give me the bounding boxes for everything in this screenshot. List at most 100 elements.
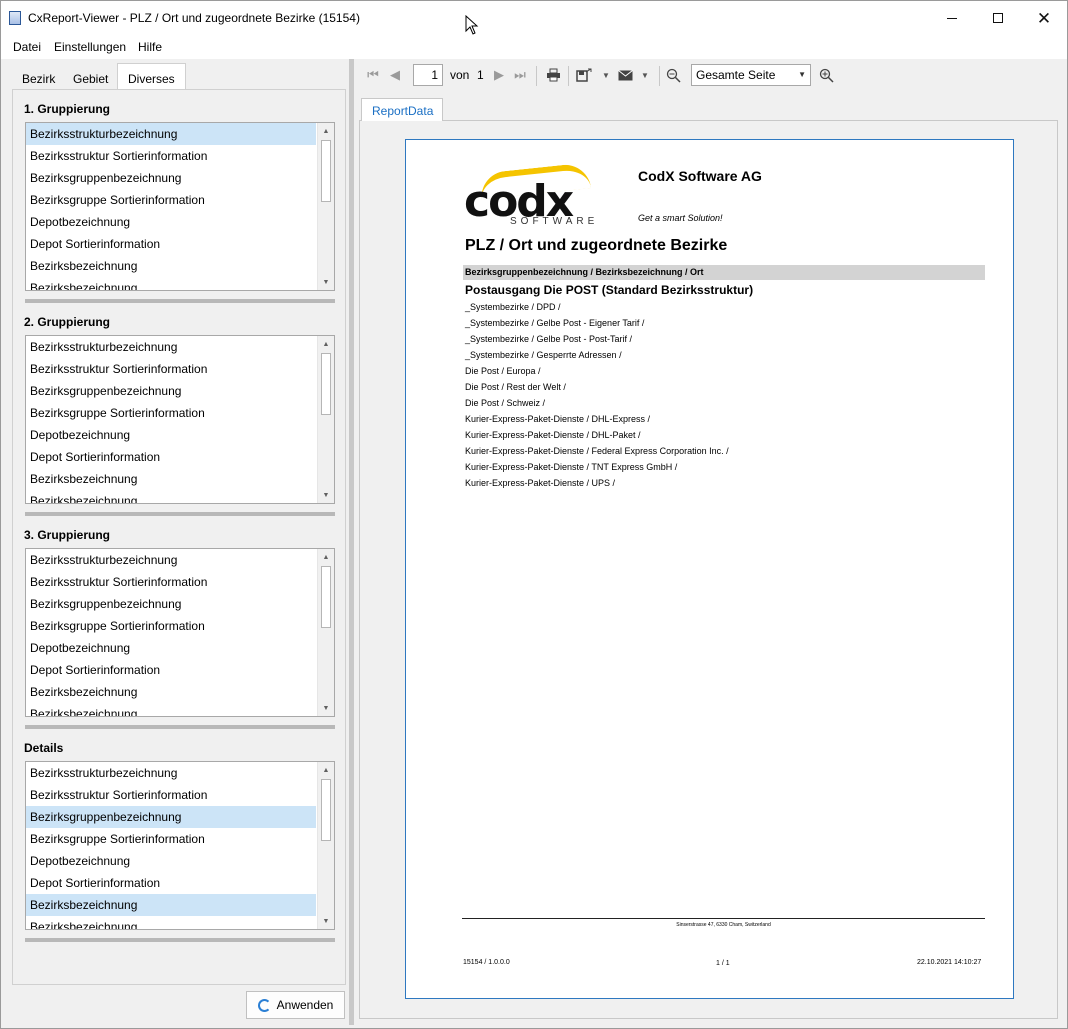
- list-item[interactable]: Bezirksbezeichnung: [26, 277, 316, 290]
- maximize-button[interactable]: [975, 1, 1021, 35]
- list-item[interactable]: Bezirksgruppe Sortierinformation: [26, 402, 316, 424]
- panel-splitter[interactable]: [25, 299, 335, 303]
- vertical-splitter[interactable]: [349, 59, 354, 1025]
- grouping-listbox[interactable]: Bezirksstrukturbezeichnung Bezirksstruktu…: [25, 761, 335, 930]
- list-item[interactable]: Bezirksbezeichnung: [26, 703, 316, 716]
- company-name: CodX Software AG: [638, 168, 762, 184]
- report-row: Die Post / Europa /: [465, 366, 541, 376]
- report-row: Kurier-Express-Paket-Dienste / UPS /: [465, 478, 616, 488]
- panel-splitter[interactable]: [25, 512, 335, 516]
- list-item[interactable]: Depotbezeichnung: [26, 850, 316, 872]
- minimize-button[interactable]: [929, 1, 975, 35]
- vertical-scrollbar[interactable]: ▲ ▼: [317, 549, 334, 716]
- print-button[interactable]: [545, 67, 561, 83]
- close-button[interactable]: ✕: [1021, 1, 1067, 35]
- list-item[interactable]: Depot Sortierinformation: [26, 233, 316, 255]
- vertical-scrollbar[interactable]: ▲ ▼: [317, 123, 334, 290]
- column-header: Bezirksgruppenbezeichnung / Bezirksbezei…: [463, 265, 985, 280]
- export-button[interactable]: [576, 67, 592, 83]
- list-item[interactable]: Bezirksbezeichnung: [26, 681, 316, 703]
- report-row: Kurier-Express-Paket-Dienste / DHL-Paket…: [465, 430, 641, 440]
- scroll-up-icon[interactable]: ▲: [318, 549, 334, 565]
- grouping-label: Details: [24, 741, 64, 755]
- maximize-icon: [993, 13, 1003, 23]
- scroll-down-icon[interactable]: ▼: [318, 913, 334, 929]
- menu-einstellungen[interactable]: Einstellungen: [54, 40, 126, 54]
- list-item[interactable]: Depotbezeichnung: [26, 424, 316, 446]
- scrollbar-thumb[interactable]: [321, 779, 331, 841]
- menu-datei-label: Datei: [13, 40, 42, 54]
- apply-button[interactable]: Anwenden: [246, 991, 345, 1019]
- list-item[interactable]: Bezirksstrukturbezeichnung: [26, 336, 316, 358]
- grouping-listbox[interactable]: Bezirksstrukturbezeichnung Bezirksstruktu…: [25, 122, 335, 291]
- list-item[interactable]: Bezirksstrukturbezeichnung: [26, 549, 316, 571]
- list-item[interactable]: Bezirksgruppenbezeichnung: [26, 806, 316, 828]
- report-rows: _Systembezirke / DPD / _Systembezirke / G…: [465, 301, 729, 493]
- menu-hilfe[interactable]: Hilfe: [138, 40, 162, 54]
- email-dropdown-button[interactable]: ▼: [637, 67, 653, 83]
- last-page-button[interactable]: ⏭: [512, 67, 528, 83]
- scroll-down-icon[interactable]: ▼: [318, 700, 334, 716]
- scroll-up-icon[interactable]: ▲: [318, 336, 334, 352]
- email-button[interactable]: [617, 67, 633, 83]
- list-item[interactable]: Bezirksstruktur Sortierinformation: [26, 358, 316, 380]
- zoom-in-button[interactable]: [818, 67, 834, 83]
- tab-bezirk[interactable]: Bezirk: [12, 67, 65, 91]
- previous-page-icon: ◀: [390, 67, 400, 82]
- list-item[interactable]: Depotbezeichnung: [26, 637, 316, 659]
- chevron-down-icon: ▼: [602, 70, 610, 80]
- grouping-listbox[interactable]: Bezirksstrukturbezeichnung Bezirksstruktu…: [25, 548, 335, 717]
- list-item[interactable]: Bezirksgruppenbezeichnung: [26, 167, 316, 189]
- list-item[interactable]: Depot Sortierinformation: [26, 872, 316, 894]
- scrollbar-thumb[interactable]: [321, 566, 331, 628]
- list-item[interactable]: Bezirksstruktur Sortierinformation: [26, 784, 316, 806]
- list-item[interactable]: Bezirksgruppe Sortierinformation: [26, 615, 316, 637]
- grouping-listbox[interactable]: Bezirksstrukturbezeichnung Bezirksstruktu…: [25, 335, 335, 504]
- scroll-up-icon[interactable]: ▲: [318, 762, 334, 778]
- list-item[interactable]: Bezirksgruppe Sortierinformation: [26, 828, 316, 850]
- list-item[interactable]: Bezirksbezeichnung: [26, 894, 316, 916]
- tab-gebiet[interactable]: Gebiet: [63, 67, 118, 91]
- window-title: CxReport-Viewer - PLZ / Ort und zugeordn…: [28, 11, 360, 25]
- toolbar-separator: [536, 66, 537, 86]
- next-page-button[interactable]: ▶: [491, 67, 507, 83]
- list-item[interactable]: Depot Sortierinformation: [26, 446, 316, 468]
- list-item[interactable]: Bezirksstrukturbezeichnung: [26, 762, 316, 784]
- vertical-scrollbar[interactable]: ▲ ▼: [317, 336, 334, 503]
- report-row: _Systembezirke / Gesperrte Adressen /: [465, 350, 622, 360]
- scrollbar-thumb[interactable]: [321, 353, 331, 415]
- scroll-up-icon[interactable]: ▲: [318, 123, 334, 139]
- scrollbar-thumb[interactable]: [321, 140, 331, 202]
- zoom-out-button[interactable]: [665, 67, 681, 83]
- list-item[interactable]: Bezirksstrukturbezeichnung: [26, 123, 316, 145]
- list-item[interactable]: Depotbezeichnung: [26, 211, 316, 233]
- report-row: Kurier-Express-Paket-Dienste / Federal E…: [465, 446, 729, 456]
- vertical-scrollbar[interactable]: ▲ ▼: [317, 762, 334, 929]
- tab-diverses[interactable]: Diverses: [117, 63, 186, 92]
- list-item[interactable]: Bezirksgruppenbezeichnung: [26, 593, 316, 615]
- panel-splitter[interactable]: [25, 938, 335, 942]
- zoom-select[interactable]: Gesamte Seite ▼: [691, 64, 811, 86]
- menu-datei[interactable]: Datei: [13, 40, 41, 54]
- tab-reportdata[interactable]: ReportData: [361, 98, 443, 121]
- list-item[interactable]: Bezirksgruppe Sortierinformation: [26, 189, 316, 211]
- list-item[interactable]: Bezirksbezeichnung: [26, 468, 316, 490]
- chevron-down-icon: ▼: [798, 70, 806, 79]
- list-item[interactable]: Bezirksbezeichnung: [26, 490, 316, 503]
- list-item[interactable]: Bezirksbezeichnung: [26, 916, 316, 929]
- list-item[interactable]: Bezirksstruktur Sortierinformation: [26, 571, 316, 593]
- first-page-button[interactable]: ⏮: [365, 67, 381, 83]
- scroll-down-icon[interactable]: ▼: [318, 487, 334, 503]
- title-bar: CxReport-Viewer - PLZ / Ort und zugeordn…: [1, 1, 1067, 35]
- list-item[interactable]: Depot Sortierinformation: [26, 659, 316, 681]
- list-item[interactable]: Bezirksbezeichnung: [26, 255, 316, 277]
- previous-page-button[interactable]: ◀: [387, 67, 403, 83]
- list-item[interactable]: Bezirksstruktur Sortierinformation: [26, 145, 316, 167]
- scroll-down-icon[interactable]: ▼: [318, 274, 334, 290]
- report-row: Kurier-Express-Paket-Dienste / DHL-Expre…: [465, 414, 651, 424]
- page-number-input[interactable]: 1: [413, 64, 443, 86]
- report-row: _Systembezirke / Gelbe Post - Eigener Ta…: [465, 318, 645, 328]
- export-dropdown-button[interactable]: ▼: [598, 67, 614, 83]
- list-item[interactable]: Bezirksgruppenbezeichnung: [26, 380, 316, 402]
- panel-splitter[interactable]: [25, 725, 335, 729]
